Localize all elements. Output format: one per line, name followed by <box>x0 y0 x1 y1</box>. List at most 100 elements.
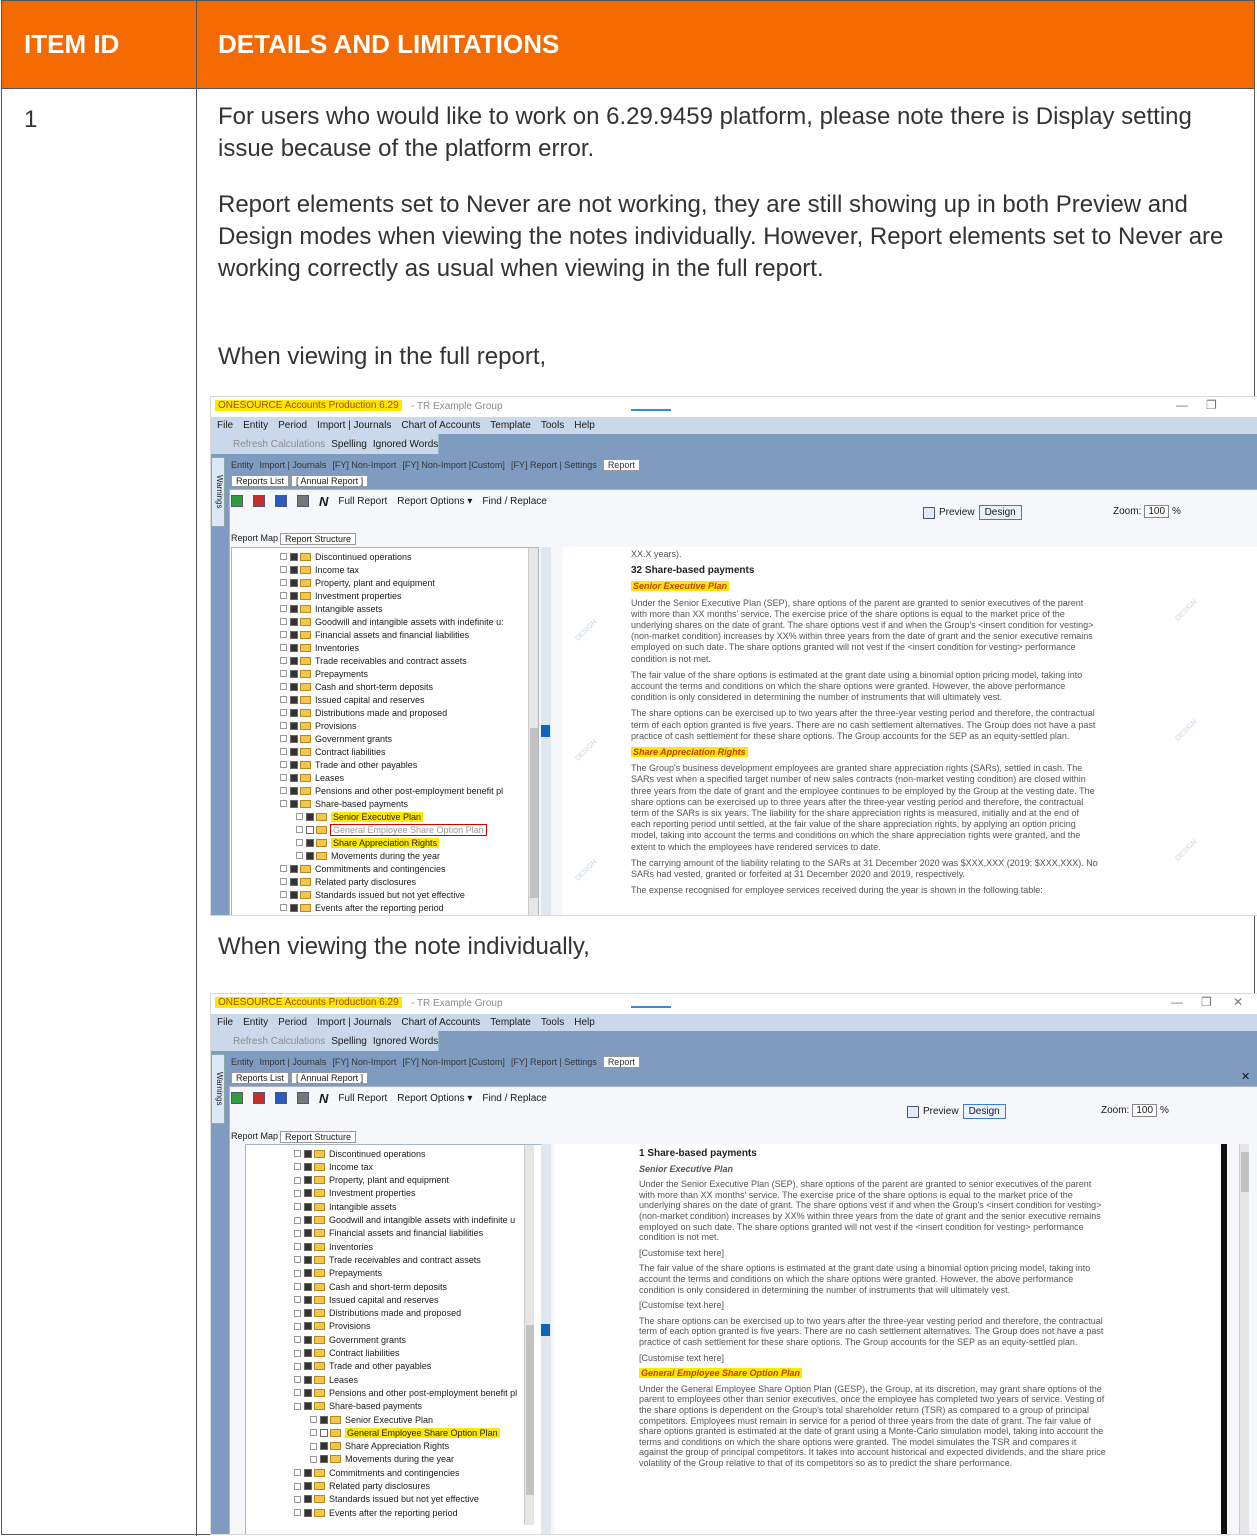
tree-item[interactable]: Cash and short-term deposits <box>294 1280 447 1293</box>
tree-item[interactable]: Property, plant and equipment <box>280 576 435 589</box>
expand-icon[interactable] <box>280 761 287 768</box>
zoom-input[interactable]: 100 <box>1144 505 1170 518</box>
menu-period[interactable]: Period <box>278 420 307 431</box>
tree-item[interactable]: Investment properties <box>294 1187 416 1200</box>
checkbox-icon[interactable] <box>290 617 298 626</box>
preview-button[interactable]: Preview <box>923 1106 959 1117</box>
tree-item[interactable]: Intangible assets <box>280 602 383 615</box>
tab-report[interactable]: Report <box>602 1056 640 1068</box>
tree-item[interactable]: Issued capital and reserves <box>280 693 425 706</box>
tree-item[interactable]: Provisions <box>280 719 357 732</box>
expand-icon[interactable] <box>296 839 303 846</box>
n-button[interactable]: N <box>319 494 328 509</box>
ignored-words-button[interactable]: Ignored Words <box>373 439 438 450</box>
tab-non-import[interactable]: [FY] Non-Import <box>332 460 396 470</box>
tree-item[interactable]: Financial assets and financial liabiliti… <box>280 628 469 641</box>
collapse-arrow-icon[interactable] <box>541 1324 550 1336</box>
tree-item[interactable]: Standards issued but not yet effective <box>294 1493 479 1506</box>
tree-item[interactable]: Movements during the year <box>310 1453 454 1466</box>
tab-reports-list[interactable]: Reports List <box>231 475 290 487</box>
checkbox-icon[interactable] <box>304 1482 312 1490</box>
tree-item[interactable]: General Employee Share Option Plan <box>310 1426 500 1439</box>
pdf-icon[interactable] <box>253 1092 265 1104</box>
tree-scroll-thumb[interactable] <box>526 1325 534 1495</box>
expand-icon[interactable] <box>280 787 287 794</box>
expand-icon[interactable] <box>294 1509 301 1517</box>
expand-icon[interactable] <box>280 722 287 729</box>
tree-item[interactable]: Financial assets and financial liabiliti… <box>294 1227 483 1240</box>
checkbox-icon[interactable] <box>290 799 298 808</box>
restore-icon[interactable]: ❐ <box>1206 398 1217 412</box>
expand-icon[interactable] <box>294 1362 301 1370</box>
checkbox-icon[interactable] <box>290 643 298 652</box>
checkbox-icon[interactable] <box>304 1295 312 1304</box>
tree-item[interactable]: Investment properties <box>280 589 402 602</box>
zoom-input[interactable]: 100 <box>1132 1104 1158 1117</box>
tab-import-journals[interactable]: Import | Journals <box>260 460 327 470</box>
spelling-button[interactable]: Spelling <box>331 439 367 450</box>
tree-item[interactable]: Commitments and contingencies <box>280 862 446 875</box>
full-report-button[interactable]: Full Report <box>338 496 387 507</box>
checkbox-icon[interactable] <box>290 773 298 782</box>
tree-scroll-thumb[interactable] <box>530 728 538 898</box>
menu-tools[interactable]: Tools <box>541 420 564 431</box>
checkbox-icon[interactable] <box>304 1149 312 1158</box>
n-button[interactable]: N <box>319 1091 328 1106</box>
expand-icon[interactable] <box>294 1469 301 1477</box>
expand-icon[interactable] <box>280 878 287 885</box>
warnings-tab[interactable]: Warnings <box>211 457 225 527</box>
expand-icon[interactable] <box>294 1256 301 1264</box>
checkbox-icon[interactable] <box>304 1508 312 1517</box>
report-options-button[interactable]: Report Options ▾ <box>397 496 472 507</box>
checkbox-icon[interactable] <box>304 1322 312 1331</box>
checkbox-icon[interactable] <box>304 1176 312 1185</box>
tree-item[interactable]: Senior Executive Plan <box>296 810 424 823</box>
expand-icon[interactable] <box>294 1283 301 1290</box>
minimize-icon[interactable]: — <box>1171 995 1183 1009</box>
tree-item[interactable]: Inventories <box>294 1240 373 1253</box>
find-replace-button[interactable]: Find / Replace <box>482 496 546 507</box>
menu-period[interactable]: Period <box>278 1017 307 1028</box>
tree-item[interactable]: Distributions made and proposed <box>294 1307 461 1320</box>
checkbox-icon[interactable] <box>290 591 298 600</box>
expand-icon[interactable] <box>280 670 287 677</box>
preview-button[interactable]: Preview <box>939 507 975 518</box>
expand-icon[interactable] <box>310 1442 317 1450</box>
panel-splitter[interactable] <box>541 1144 551 1534</box>
tree-item[interactable]: Share-based payments <box>294 1400 422 1413</box>
menu-chart-of-accounts[interactable]: Chart of Accounts <box>401 420 480 431</box>
warnings-tab[interactable]: Warnings <box>211 1054 225 1124</box>
tab-entity[interactable]: Entity <box>231 460 254 470</box>
expand-icon[interactable] <box>294 1163 301 1171</box>
expand-icon[interactable] <box>280 800 287 807</box>
checkbox-icon[interactable] <box>304 1269 312 1278</box>
tree-item[interactable]: Share Appreciation Rights <box>310 1440 449 1453</box>
close-tab-icon[interactable]: ✕ <box>1241 1070 1250 1083</box>
menu-file[interactable]: File <box>217 1017 233 1028</box>
expand-icon[interactable] <box>280 709 287 716</box>
tree-item[interactable]: Leases <box>294 1373 358 1386</box>
checkbox-icon[interactable] <box>290 864 298 873</box>
refresh-calculations-button[interactable]: Refresh Calculations <box>233 439 325 450</box>
checkbox-icon[interactable] <box>320 1428 328 1437</box>
print-icon[interactable] <box>297 1092 309 1104</box>
checkbox-icon[interactable] <box>304 1349 312 1357</box>
tree-item[interactable]: Events after the reporting period <box>280 901 444 914</box>
expand-icon[interactable] <box>294 1150 301 1157</box>
ignored-words-button[interactable]: Ignored Words <box>373 1036 438 1047</box>
checkbox-icon[interactable] <box>320 1442 328 1451</box>
excel-icon[interactable] <box>231 495 243 507</box>
tree-item[interactable]: Contract liabilities <box>280 745 386 758</box>
tree-item[interactable]: Distributions made and proposed <box>280 706 447 719</box>
tree-item[interactable]: Senior Executive Plan <box>310 1413 433 1426</box>
panel-splitter[interactable] <box>541 547 551 915</box>
word-icon[interactable] <box>275 1092 287 1104</box>
expand-icon[interactable] <box>294 1389 301 1397</box>
checkbox-icon[interactable] <box>304 1495 312 1504</box>
find-replace-button[interactable]: Find / Replace <box>482 1093 546 1104</box>
checkbox-icon[interactable] <box>304 1189 312 1198</box>
tree-item[interactable]: Contract liabilities <box>294 1347 400 1360</box>
tab-non-import[interactable]: [FY] Non-Import <box>332 1057 396 1067</box>
tree-item[interactable]: Trade receivables and contract assets <box>280 654 467 667</box>
checkbox-icon[interactable] <box>290 903 298 912</box>
